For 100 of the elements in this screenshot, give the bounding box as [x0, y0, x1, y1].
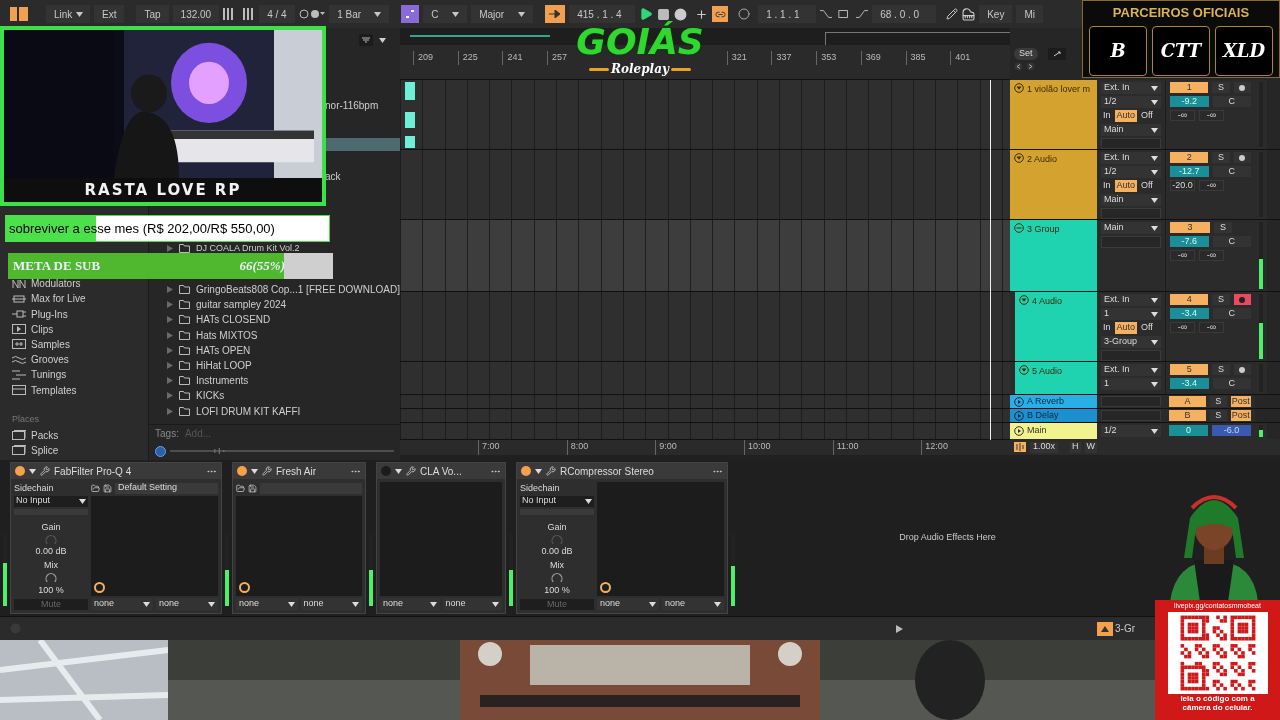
solo-button[interactable]: S — [1212, 364, 1230, 375]
power-button[interactable] — [15, 466, 25, 476]
key-dropdown[interactable]: C — [423, 5, 468, 23]
track-header[interactable]: 4 Audio — [1015, 292, 1097, 361]
add-icon[interactable] — [695, 7, 709, 21]
punch-icon[interactable] — [738, 8, 751, 20]
audio-clip[interactable] — [405, 82, 415, 100]
monitor-button[interactable]: Auto — [1114, 110, 1138, 122]
track-number-button[interactable]: 4 — [1170, 294, 1209, 305]
monitor-button[interactable]: Off — [1139, 180, 1155, 192]
folder-name[interactable]: Instruments — [196, 373, 249, 389]
sidechain-dropdown[interactable]: No Input — [520, 495, 594, 507]
folder-name[interactable]: GringoBeats808 Cop...1 [FREE DOWNLOAD] — [196, 282, 400, 298]
position-field[interactable]: 415 . 1 . 4 — [569, 5, 636, 23]
channel-dropdown[interactable]: 1/2 — [1101, 96, 1161, 108]
volume-field[interactable]: 0 — [1169, 425, 1208, 436]
loop-start-field[interactable]: 1 . 1 . 1 — [758, 5, 817, 23]
view-toggle-icon[interactable] — [10, 7, 28, 21]
output-dropdown[interactable]: Main — [1101, 124, 1161, 136]
volume-field[interactable]: -12.7 — [1170, 166, 1209, 177]
wrench-icon[interactable] — [406, 466, 416, 476]
return-track-header[interactable]: A Reverb — [1010, 395, 1097, 408]
folder-name[interactable]: HiHat LOOP — [196, 358, 252, 374]
arm-button[interactable] — [1233, 364, 1251, 375]
folder-name[interactable]: guitar sampley 2024 — [196, 297, 287, 313]
wrench-icon[interactable] — [40, 466, 50, 476]
audio-clip[interactable] — [405, 112, 415, 128]
monitor-button[interactable]: In — [1101, 110, 1113, 122]
preview-icon[interactable] — [155, 445, 167, 457]
output-dropdown[interactable]: Main — [1101, 222, 1161, 234]
send-field[interactable]: -∞ — [1199, 250, 1224, 261]
send-field[interactable]: -20.0 — [1170, 180, 1195, 191]
track-header[interactable]: 3 Group — [1010, 220, 1097, 291]
solo-button[interactable]: S — [1212, 294, 1230, 305]
main-track-header[interactable]: Main — [1010, 423, 1097, 439]
stop-icon[interactable] — [657, 7, 671, 21]
set-button[interactable]: Set — [1014, 48, 1038, 60]
play-icon[interactable] — [896, 624, 903, 633]
play-icon[interactable] — [639, 7, 654, 21]
track-header[interactable]: 1 violão lover m — [1010, 80, 1097, 149]
monitor-button[interactable]: In — [1101, 180, 1113, 192]
browser-category[interactable]: Templates — [12, 382, 149, 398]
monitor-button[interactable]: In — [1101, 322, 1113, 334]
channel-dropdown[interactable]: 1 — [1101, 308, 1161, 320]
loop-length-field[interactable]: 68 . 0 . 0 — [872, 5, 937, 23]
output-dropdown[interactable]: 3-Group — [1101, 336, 1161, 348]
preset-field[interactable]: Default Setting — [115, 482, 218, 494]
loop-button[interactable] — [712, 6, 729, 22]
input-dropdown[interactable]: Ext. In — [1101, 152, 1161, 164]
save-icon[interactable] — [103, 483, 112, 493]
browser-category[interactable]: Tunings — [12, 367, 149, 383]
input-dropdown[interactable]: Ext. In — [1101, 294, 1161, 306]
arm-button[interactable] — [1233, 82, 1251, 93]
folder-name[interactable]: DJ COALA Drum Kit Vol.2 — [196, 243, 300, 253]
solo-button[interactable]: S — [1210, 410, 1227, 421]
output-dropdown[interactable]: Main — [1101, 194, 1161, 206]
browser-category[interactable]: Modulators — [12, 276, 149, 292]
power-button[interactable] — [237, 466, 247, 476]
volume-field[interactable]: -3.4 — [1170, 308, 1209, 319]
scale-dropdown[interactable]: Major — [471, 5, 534, 23]
monitor-button[interactable]: Auto — [1114, 322, 1138, 334]
arm-button[interactable] — [1233, 294, 1251, 305]
folder-name[interactable]: HATs CLOSEND — [196, 312, 271, 328]
track-number-button[interactable]: 2 — [1170, 152, 1209, 163]
piano-icon[interactable] — [962, 7, 976, 21]
routing-dropdown[interactable]: none — [91, 598, 153, 610]
routing-dropdown[interactable]: none — [236, 598, 298, 610]
pan-field[interactable]: C — [1212, 378, 1251, 389]
filter-icon[interactable] — [359, 34, 373, 46]
channel-dropdown[interactable]: 1/2 — [1101, 425, 1161, 437]
follow-button[interactable] — [545, 5, 566, 23]
browser-category[interactable]: Plug-Ins — [12, 306, 149, 322]
arm-button[interactable] — [1233, 152, 1251, 163]
places-item[interactable]: Packs — [12, 427, 149, 443]
midi-map-button[interactable]: Mi — [1016, 5, 1043, 23]
pan-field[interactable]: -6.0 — [1212, 425, 1251, 436]
solo-button[interactable]: S — [1210, 396, 1227, 407]
pan-field[interactable]: C — [1212, 236, 1251, 247]
browser-category[interactable]: Grooves — [12, 352, 149, 368]
track-number-button[interactable]: 1 — [1170, 82, 1209, 93]
routing-dropdown[interactable]: none — [156, 598, 218, 610]
solo-button[interactable]: S — [1212, 82, 1230, 93]
key-map-button[interactable]: Key — [979, 5, 1013, 23]
routing-dropdown[interactable]: none — [380, 598, 440, 610]
routing-dropdown[interactable]: none — [442, 598, 502, 610]
ext-button[interactable]: Ext — [94, 5, 125, 23]
pan-field[interactable]: C — [1212, 96, 1251, 107]
places-item[interactable]: Splice — [12, 442, 149, 458]
nudge-icon[interactable] — [223, 8, 256, 20]
height-button[interactable]: H — [1070, 441, 1081, 453]
browser-category[interactable]: Max for Live — [12, 291, 149, 307]
browser-category[interactable]: Clips — [12, 321, 149, 337]
volume-field[interactable]: -3.4 — [1170, 378, 1209, 389]
wrench-icon[interactable] — [262, 466, 272, 476]
folder-name[interactable]: HATs OPEN — [196, 342, 251, 358]
link-dropdown[interactable]: Link — [46, 5, 90, 23]
width-button[interactable]: W — [1084, 441, 1098, 453]
return-track-header[interactable]: B Delay — [1010, 409, 1097, 422]
send-field[interactable]: -∞ — [1170, 250, 1195, 261]
sidechain-dropdown[interactable]: No Input — [14, 495, 88, 507]
